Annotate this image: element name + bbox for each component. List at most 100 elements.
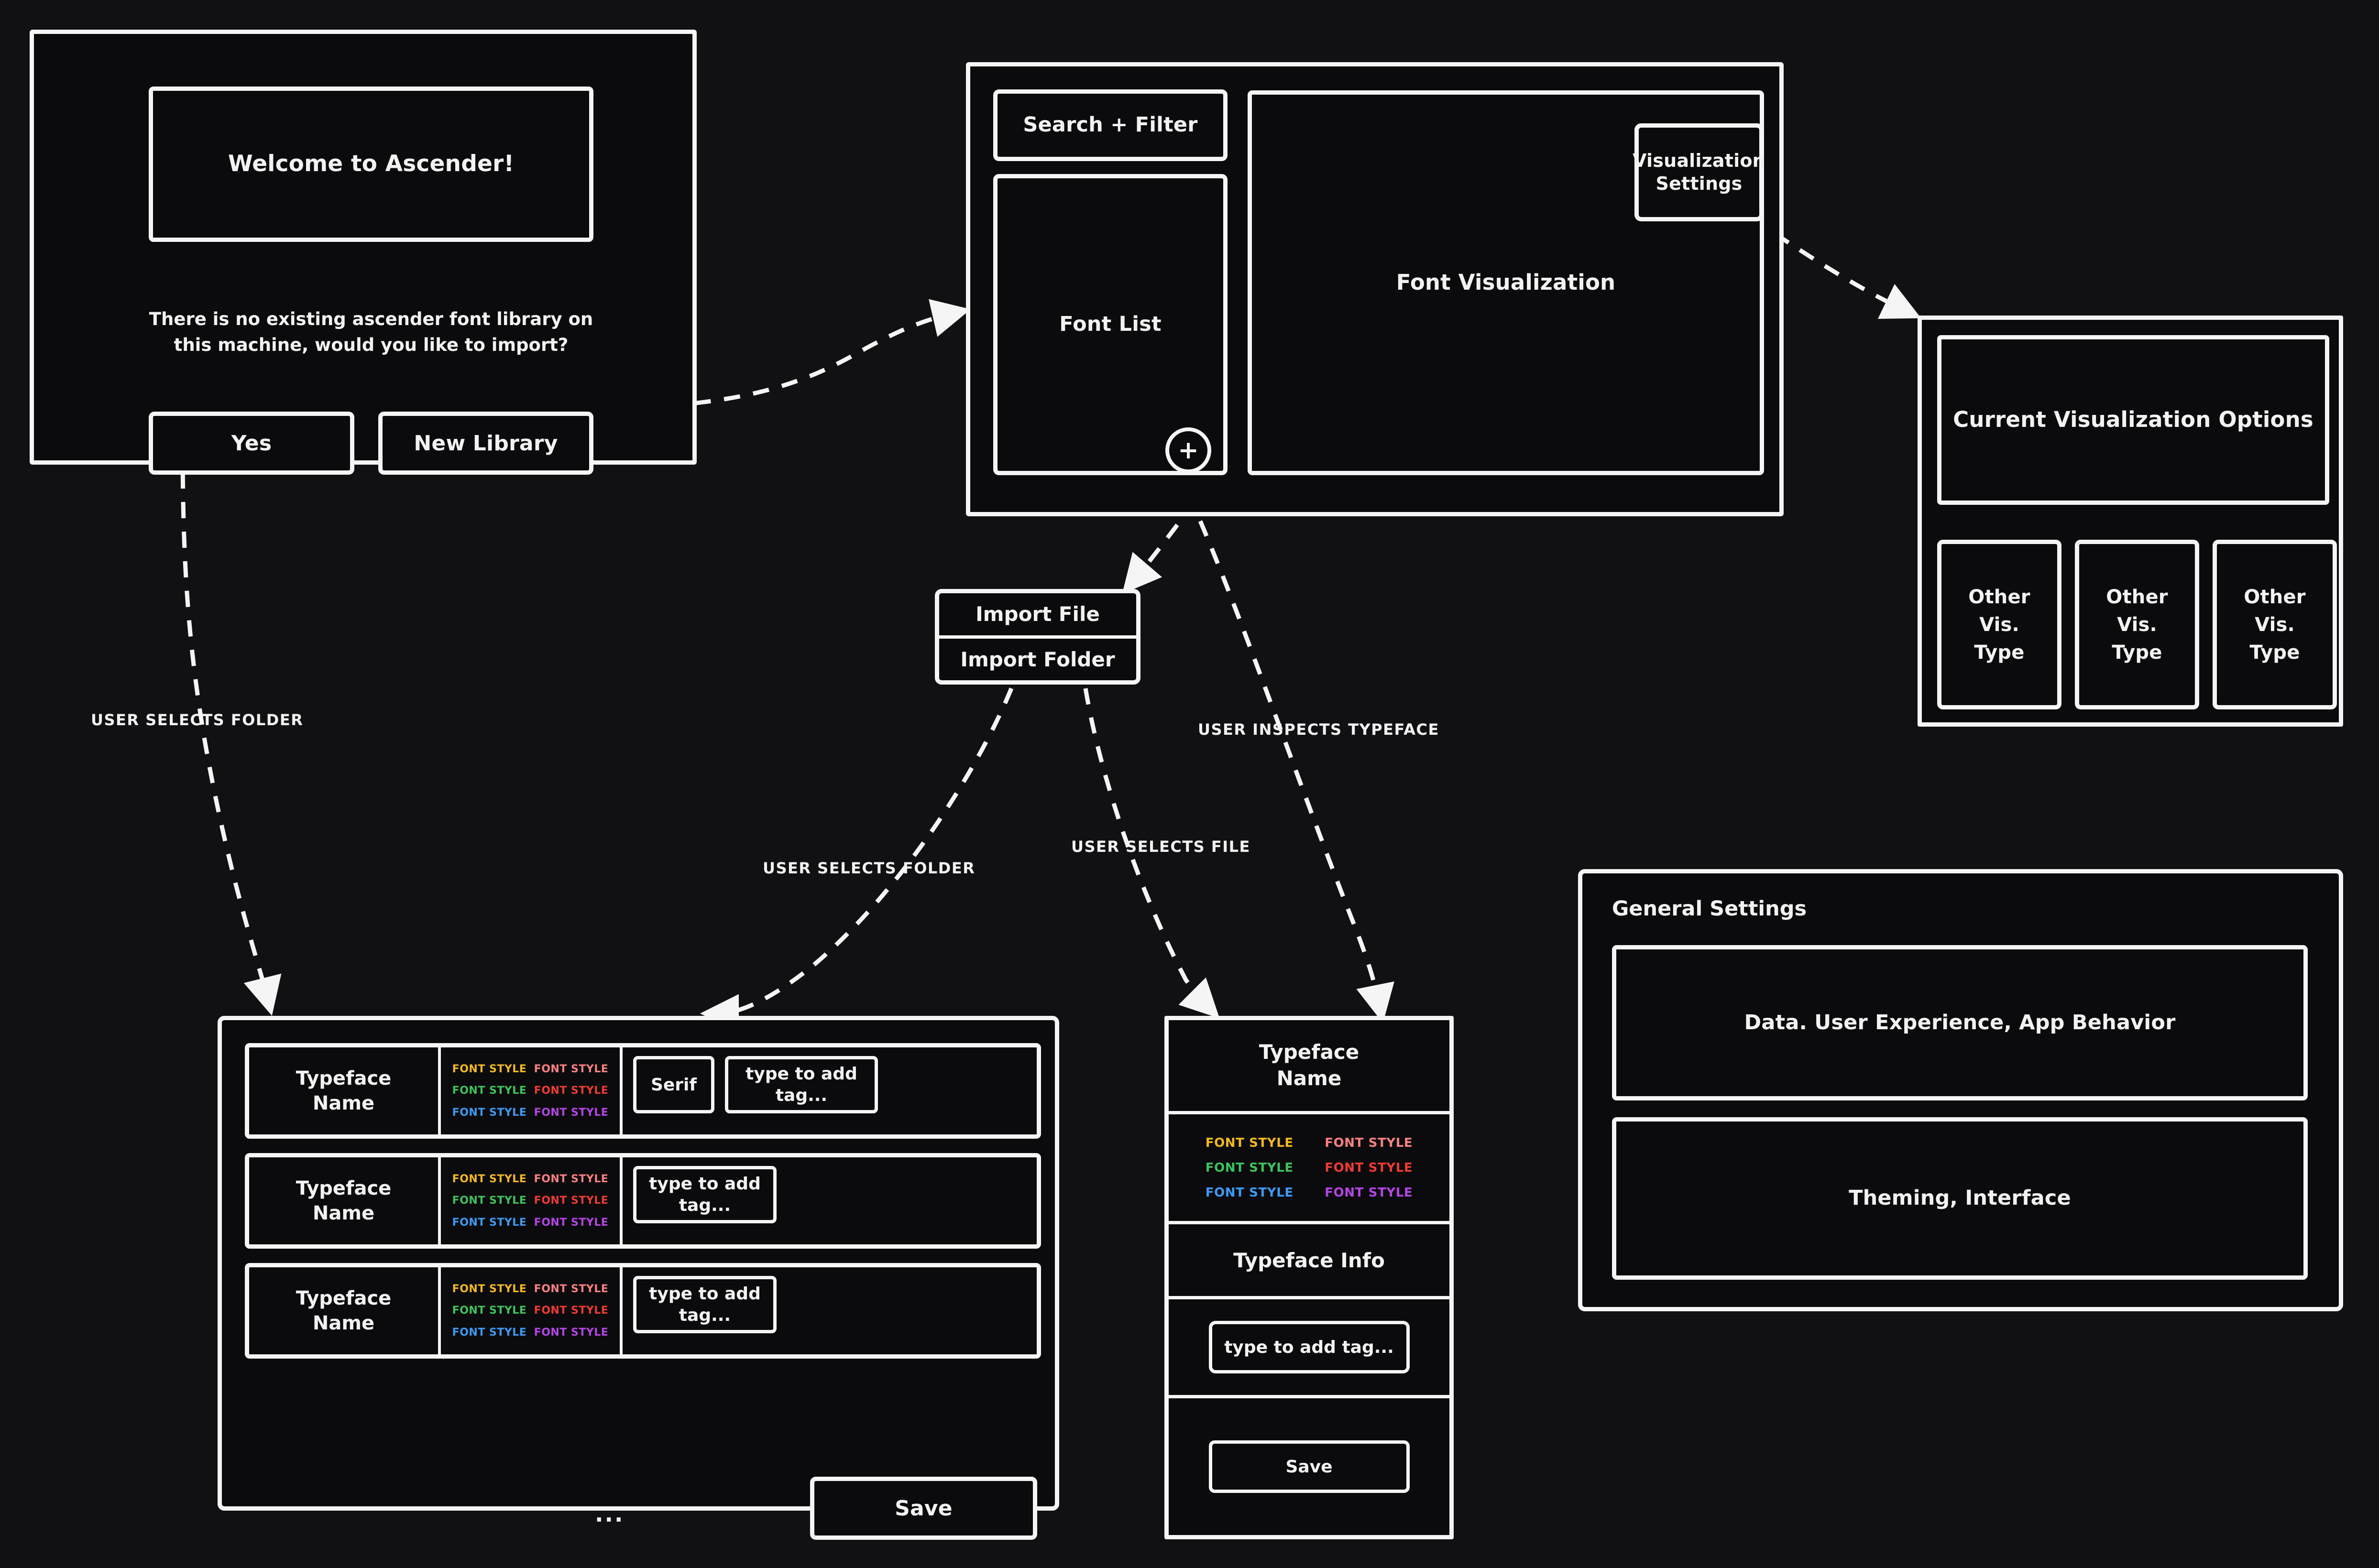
save-button-label: Save bbox=[895, 1496, 953, 1521]
main-app-window: Search + Filter Font List + Font Visuali… bbox=[966, 62, 1784, 516]
add-tag-input[interactable]: type to add tag... bbox=[633, 1166, 777, 1223]
more-rows-ellipsis: ... bbox=[595, 1501, 625, 1527]
annotation-user-selects-file: USER SELECTS FILE bbox=[1071, 838, 1250, 856]
font-style-swatch: FONT STYLE bbox=[452, 1195, 527, 1207]
add-tag-input[interactable]: type to add tag... bbox=[633, 1276, 777, 1333]
font-style-swatch: FONT STYLE bbox=[452, 1216, 527, 1229]
add-tag-placeholder: type to add tag... bbox=[1224, 1337, 1394, 1357]
visualization-options-panel: Current Visualization Options Other Vis.… bbox=[1918, 316, 2343, 727]
search-filter-input[interactable]: Search + Filter bbox=[993, 89, 1228, 161]
tag-chip-serif[interactable]: Serif bbox=[633, 1056, 714, 1113]
font-style-swatch: FONT STYLE bbox=[452, 1283, 527, 1295]
add-tag-placeholder: type to add tag... bbox=[649, 1174, 761, 1215]
annotation-user-inspects-typeface: USER INSPECTS TYPEFACE bbox=[1198, 720, 1439, 739]
font-visualization-label: Font Visualization bbox=[1396, 270, 1616, 295]
font-style-swatch: FONT STYLE bbox=[1205, 1185, 1294, 1200]
font-style-swatch: FONT STYLE bbox=[452, 1326, 527, 1339]
font-list-label: Font List bbox=[1059, 312, 1162, 337]
typeface-tag-section: type to add tag... bbox=[1169, 1299, 1449, 1398]
add-tag-placeholder: type to add tag... bbox=[745, 1064, 857, 1105]
settings-group-data-ux-label: Data. User Experience, App Behavior bbox=[1744, 1010, 2176, 1034]
other-vis-type-2[interactable]: Other Vis. Type bbox=[2075, 540, 2199, 709]
typeface-save-section: Save bbox=[1169, 1398, 1449, 1535]
font-style-swatch: FONT STYLE bbox=[452, 1085, 527, 1097]
font-style-swatches: FONT STYLE FONT STYLE FONT STYLE FONT ST… bbox=[1169, 1114, 1449, 1224]
wireframe-canvas: Welcome to Ascender! There is no existin… bbox=[0, 0, 2379, 1568]
typeface-name: Typeface Name bbox=[249, 1267, 441, 1354]
font-visualization-panel[interactable]: Font Visualization Visualization Setting… bbox=[1248, 90, 1765, 475]
font-style-swatch: FONT STYLE bbox=[534, 1085, 609, 1097]
welcome-modal: Welcome to Ascender! There is no existin… bbox=[30, 30, 697, 475]
plus-glyph: + bbox=[1178, 436, 1199, 465]
visualization-settings-button[interactable]: Visualization Settings bbox=[1633, 123, 1765, 221]
font-style-swatches: FONT STYLE FONT STYLE FONT STYLE FONT ST… bbox=[441, 1267, 623, 1354]
welcome-hero-title: Welcome to Ascender! bbox=[228, 151, 515, 177]
save-button[interactable]: Save bbox=[1208, 1440, 1410, 1493]
font-style-swatch: FONT STYLE bbox=[534, 1173, 609, 1185]
font-style-swatch: FONT STYLE bbox=[1325, 1135, 1413, 1150]
import-file-label: Import File bbox=[976, 602, 1100, 626]
import-folder-menu-item[interactable]: Import Folder bbox=[939, 639, 1136, 681]
new-library-button[interactable]: New Library bbox=[378, 412, 593, 475]
font-style-swatch: FONT STYLE bbox=[452, 1173, 527, 1185]
add-tag-input[interactable]: type to add tag... bbox=[1208, 1321, 1410, 1373]
general-settings-panel: General Settings Data. User Experience, … bbox=[1578, 869, 2343, 1311]
other-vis-type-1[interactable]: Other Vis. Type bbox=[1937, 540, 2061, 709]
font-style-swatch: FONT STYLE bbox=[534, 1283, 609, 1295]
search-filter-label: Search + Filter bbox=[1023, 113, 1198, 137]
tag-chip-serif-label: Serif bbox=[650, 1075, 697, 1095]
welcome-hero-box: Welcome to Ascender! bbox=[149, 87, 593, 242]
font-style-swatch: FONT STYLE bbox=[1325, 1160, 1413, 1175]
font-style-swatch: FONT STYLE bbox=[1325, 1185, 1413, 1200]
tag-area: type to add tag... bbox=[623, 1157, 1037, 1244]
font-style-swatch: FONT STYLE bbox=[534, 1305, 609, 1317]
other-vis-type-3[interactable]: Other Vis. Type bbox=[2213, 540, 2337, 709]
new-library-button-label: New Library bbox=[414, 431, 558, 456]
annotation-user-selects-folder-2: USER SELECTS FOLDER bbox=[763, 859, 976, 877]
save-button-label: Save bbox=[1285, 1457, 1333, 1477]
welcome-body-text: There is no existing ascender font libra… bbox=[149, 309, 593, 355]
import-folder-label: Import Folder bbox=[960, 647, 1115, 671]
visualization-settings-label: Visualization Settings bbox=[1633, 150, 1765, 194]
yes-button[interactable]: Yes bbox=[149, 412, 354, 475]
other-vis-type-1-label: Other Vis. Type bbox=[1968, 586, 2030, 664]
add-tag-input[interactable]: type to add tag... bbox=[725, 1056, 878, 1113]
font-style-swatch: FONT STYLE bbox=[534, 1216, 609, 1229]
typeface-info-section: Typeface Info bbox=[1169, 1224, 1449, 1299]
table-row[interactable]: Typeface Name FONT STYLE FONT STYLE FONT… bbox=[245, 1263, 1041, 1359]
typeface-name: Typeface Name bbox=[1169, 1020, 1449, 1114]
yes-button-label: Yes bbox=[231, 431, 272, 456]
font-style-swatches: FONT STYLE FONT STYLE FONT STYLE FONT ST… bbox=[441, 1157, 623, 1244]
typeface-name: Typeface Name bbox=[249, 1157, 441, 1244]
table-row[interactable]: Typeface Name FONT STYLE FONT STYLE FONT… bbox=[245, 1043, 1041, 1139]
font-style-swatch: FONT STYLE bbox=[534, 1326, 609, 1339]
font-style-swatch: FONT STYLE bbox=[452, 1106, 527, 1119]
other-vis-type-2-label: Other Vis. Type bbox=[2106, 586, 2168, 664]
settings-group-data-ux[interactable]: Data. User Experience, App Behavior bbox=[1612, 945, 2308, 1100]
font-style-swatch: FONT STYLE bbox=[1205, 1135, 1294, 1150]
import-context-menu: Import File Import Folder bbox=[935, 589, 1140, 685]
font-style-swatch: FONT STYLE bbox=[452, 1305, 527, 1317]
other-vis-type-3-label: Other Vis. Type bbox=[2244, 586, 2306, 664]
table-row[interactable]: Typeface Name FONT STYLE FONT STYLE FONT… bbox=[245, 1153, 1041, 1249]
typeface-detail-card: Typeface Name FONT STYLE FONT STYLE FONT… bbox=[1164, 1016, 1454, 1539]
typeface-name: Typeface Name bbox=[249, 1047, 441, 1134]
font-style-swatch: FONT STYLE bbox=[452, 1063, 527, 1075]
typeface-list-panel: Typeface Name FONT STYLE FONT STYLE FONT… bbox=[218, 1016, 1059, 1540]
add-font-plus-icon[interactable]: + bbox=[1165, 427, 1211, 473]
font-style-swatch: FONT STYLE bbox=[534, 1063, 609, 1075]
current-visualization-options-box[interactable]: Current Visualization Options bbox=[1937, 335, 2329, 505]
font-style-swatch: FONT STYLE bbox=[1205, 1160, 1294, 1175]
font-style-swatch: FONT STYLE bbox=[534, 1106, 609, 1119]
annotation-user-selects-folder-1: USER SELECTS FOLDER bbox=[91, 711, 304, 729]
page-title: General Settings bbox=[1612, 897, 1807, 921]
font-style-swatch: FONT STYLE bbox=[534, 1195, 609, 1207]
save-button[interactable]: Save bbox=[810, 1477, 1037, 1540]
add-tag-placeholder: type to add tag... bbox=[649, 1284, 761, 1325]
settings-group-theming[interactable]: Theming, Interface bbox=[1612, 1117, 2308, 1280]
font-style-swatches: FONT STYLE FONT STYLE FONT STYLE FONT ST… bbox=[441, 1047, 623, 1134]
settings-group-theming-label: Theming, Interface bbox=[1849, 1186, 2071, 1210]
tag-area: type to add tag... bbox=[623, 1267, 1037, 1354]
import-file-menu-item[interactable]: Import File bbox=[939, 593, 1136, 639]
current-visualization-options-label: Current Visualization Options bbox=[1953, 407, 2313, 433]
